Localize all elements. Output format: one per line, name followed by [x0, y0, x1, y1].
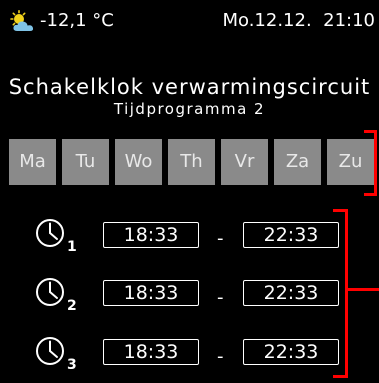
end-time-field[interactable]: 22:33 [243, 280, 339, 306]
day-button-za[interactable]: Za [274, 139, 321, 185]
slot-number: 1 [67, 239, 77, 255]
slot-number: 2 [67, 298, 77, 314]
sun-behind-cloud-icon [10, 10, 34, 31]
day-button-th[interactable]: Th [168, 139, 215, 185]
time-separator: - [217, 287, 224, 308]
day-button-tu[interactable]: Tu [62, 139, 109, 185]
day-button-vr[interactable]: Vr [221, 139, 268, 185]
start-time-field[interactable]: 18:33 [103, 339, 199, 365]
page-title: Schakelklok verwarmingscircuit [8, 75, 371, 99]
clock-icon [36, 278, 64, 306]
day-button-ma[interactable]: Ma [9, 139, 56, 185]
slot-number: 3 [67, 357, 77, 373]
highlight-bracket-days [364, 130, 377, 196]
date-time: Mo.12.12. 21:10 [222, 10, 375, 32]
status-bar: -12,1 °C Mo.12.12. 21:10 [0, 0, 379, 40]
current-time: 21:10 [323, 10, 375, 31]
highlight-bracket-pointer [345, 288, 379, 291]
page-subtitle: Tijdprogramma 2 [113, 100, 266, 118]
end-time-field[interactable]: 22:33 [243, 339, 339, 365]
clock-icon [36, 219, 64, 247]
start-time-field[interactable]: 18:33 [103, 280, 199, 306]
start-time-field[interactable]: 18:33 [103, 222, 199, 248]
clock-icon [36, 337, 64, 365]
end-time-field[interactable]: 22:33 [243, 222, 339, 248]
time-separator: - [217, 346, 224, 367]
outdoor-temperature: -12,1 °C [40, 10, 114, 31]
time-separator: - [217, 228, 224, 249]
current-date: Mo.12.12. [222, 10, 312, 31]
day-button-wo[interactable]: Wo [115, 139, 162, 185]
